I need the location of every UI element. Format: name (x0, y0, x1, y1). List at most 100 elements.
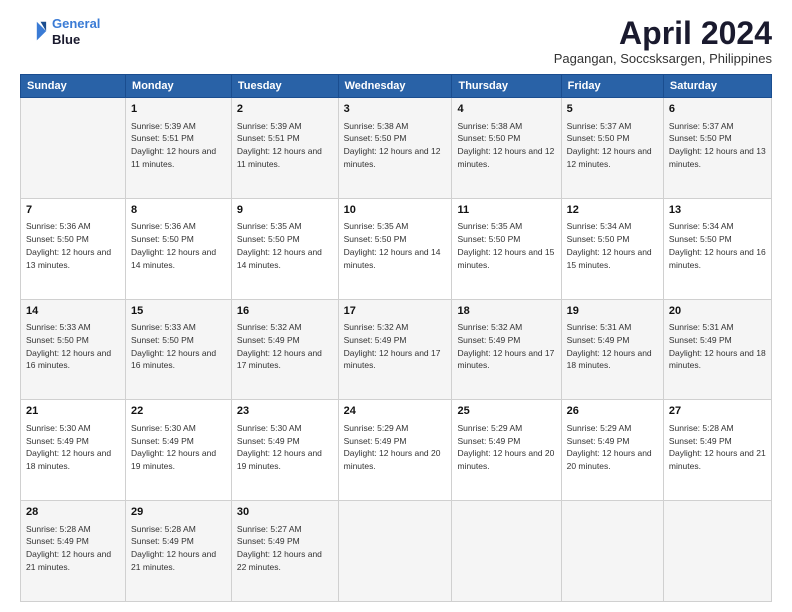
day-info: Sunrise: 5:32 AMSunset: 5:49 PMDaylight:… (237, 321, 333, 372)
calendar-cell: 11 Sunrise: 5:35 AMSunset: 5:50 PMDaylig… (452, 198, 561, 299)
calendar-cell: 6 Sunrise: 5:37 AMSunset: 5:50 PMDayligh… (663, 98, 771, 199)
calendar-cell: 9 Sunrise: 5:35 AMSunset: 5:50 PMDayligh… (231, 198, 338, 299)
day-info: Sunrise: 5:38 AMSunset: 5:50 PMDaylight:… (344, 120, 447, 171)
day-info: Sunrise: 5:31 AMSunset: 5:49 PMDaylight:… (567, 321, 658, 372)
day-info: Sunrise: 5:36 AMSunset: 5:50 PMDaylight:… (131, 220, 226, 271)
header-friday: Friday (561, 75, 663, 98)
title-block: April 2024 Pagangan, Soccsksargen, Phili… (554, 16, 772, 66)
header-thursday: Thursday (452, 75, 561, 98)
calendar-cell: 2 Sunrise: 5:39 AMSunset: 5:51 PMDayligh… (231, 98, 338, 199)
day-info: Sunrise: 5:30 AMSunset: 5:49 PMDaylight:… (26, 422, 120, 473)
day-info: Sunrise: 5:29 AMSunset: 5:49 PMDaylight:… (567, 422, 658, 473)
calendar-cell (21, 98, 126, 199)
calendar-cell: 21 Sunrise: 5:30 AMSunset: 5:49 PMDaylig… (21, 400, 126, 501)
calendar-cell: 26 Sunrise: 5:29 AMSunset: 5:49 PMDaylig… (561, 400, 663, 501)
day-number: 3 (344, 102, 447, 117)
calendar-week-row: 7 Sunrise: 5:36 AMSunset: 5:50 PMDayligh… (21, 198, 772, 299)
day-number: 5 (567, 102, 658, 117)
location: Pagangan, Soccsksargen, Philippines (554, 51, 772, 66)
day-number: 2 (237, 102, 333, 117)
weekday-header-row: Sunday Monday Tuesday Wednesday Thursday… (21, 75, 772, 98)
calendar-cell: 5 Sunrise: 5:37 AMSunset: 5:50 PMDayligh… (561, 98, 663, 199)
calendar-cell: 19 Sunrise: 5:31 AMSunset: 5:49 PMDaylig… (561, 299, 663, 400)
day-number: 22 (131, 404, 226, 419)
day-number: 30 (237, 505, 333, 520)
header-saturday: Saturday (663, 75, 771, 98)
day-info: Sunrise: 5:39 AMSunset: 5:51 PMDaylight:… (131, 120, 226, 171)
day-info: Sunrise: 5:33 AMSunset: 5:50 PMDaylight:… (131, 321, 226, 372)
header-wednesday: Wednesday (338, 75, 452, 98)
calendar-cell: 16 Sunrise: 5:32 AMSunset: 5:49 PMDaylig… (231, 299, 338, 400)
day-number: 17 (344, 304, 447, 319)
calendar-cell: 22 Sunrise: 5:30 AMSunset: 5:49 PMDaylig… (126, 400, 232, 501)
calendar-cell (663, 501, 771, 602)
day-number: 9 (237, 203, 333, 218)
day-info: Sunrise: 5:37 AMSunset: 5:50 PMDaylight:… (567, 120, 658, 171)
calendar-cell: 1 Sunrise: 5:39 AMSunset: 5:51 PMDayligh… (126, 98, 232, 199)
calendar-cell: 13 Sunrise: 5:34 AMSunset: 5:50 PMDaylig… (663, 198, 771, 299)
calendar-cell: 24 Sunrise: 5:29 AMSunset: 5:49 PMDaylig… (338, 400, 452, 501)
day-info: Sunrise: 5:35 AMSunset: 5:50 PMDaylight:… (344, 220, 447, 271)
day-number: 19 (567, 304, 658, 319)
day-number: 8 (131, 203, 226, 218)
calendar-cell: 10 Sunrise: 5:35 AMSunset: 5:50 PMDaylig… (338, 198, 452, 299)
calendar-cell: 20 Sunrise: 5:31 AMSunset: 5:49 PMDaylig… (663, 299, 771, 400)
header-sunday: Sunday (21, 75, 126, 98)
calendar-cell: 30 Sunrise: 5:27 AMSunset: 5:49 PMDaylig… (231, 501, 338, 602)
calendar-cell: 15 Sunrise: 5:33 AMSunset: 5:50 PMDaylig… (126, 299, 232, 400)
day-info: Sunrise: 5:32 AMSunset: 5:49 PMDaylight:… (457, 321, 555, 372)
day-info: Sunrise: 5:32 AMSunset: 5:49 PMDaylight:… (344, 321, 447, 372)
day-info: Sunrise: 5:28 AMSunset: 5:49 PMDaylight:… (131, 523, 226, 574)
calendar-cell (338, 501, 452, 602)
calendar-week-row: 28 Sunrise: 5:28 AMSunset: 5:49 PMDaylig… (21, 501, 772, 602)
logo-icon (20, 18, 48, 46)
calendar-page: General Blue April 2024 Pagangan, Soccsk… (0, 0, 792, 612)
day-info: Sunrise: 5:34 AMSunset: 5:50 PMDaylight:… (567, 220, 658, 271)
day-number: 6 (669, 102, 766, 117)
day-number: 28 (26, 505, 120, 520)
month-title: April 2024 (554, 16, 772, 51)
day-number: 18 (457, 304, 555, 319)
day-info: Sunrise: 5:33 AMSunset: 5:50 PMDaylight:… (26, 321, 120, 372)
day-number: 29 (131, 505, 226, 520)
calendar-cell: 23 Sunrise: 5:30 AMSunset: 5:49 PMDaylig… (231, 400, 338, 501)
day-number: 4 (457, 102, 555, 117)
day-number: 23 (237, 404, 333, 419)
header: General Blue April 2024 Pagangan, Soccsk… (20, 16, 772, 66)
calendar-cell (561, 501, 663, 602)
day-info: Sunrise: 5:28 AMSunset: 5:49 PMDaylight:… (669, 422, 766, 473)
day-info: Sunrise: 5:35 AMSunset: 5:50 PMDaylight:… (457, 220, 555, 271)
calendar-cell: 17 Sunrise: 5:32 AMSunset: 5:49 PMDaylig… (338, 299, 452, 400)
header-monday: Monday (126, 75, 232, 98)
calendar-cell: 27 Sunrise: 5:28 AMSunset: 5:49 PMDaylig… (663, 400, 771, 501)
day-info: Sunrise: 5:34 AMSunset: 5:50 PMDaylight:… (669, 220, 766, 271)
day-info: Sunrise: 5:30 AMSunset: 5:49 PMDaylight:… (237, 422, 333, 473)
day-number: 25 (457, 404, 555, 419)
day-number: 24 (344, 404, 447, 419)
day-number: 1 (131, 102, 226, 117)
calendar-cell: 8 Sunrise: 5:36 AMSunset: 5:50 PMDayligh… (126, 198, 232, 299)
day-number: 13 (669, 203, 766, 218)
calendar-cell (452, 501, 561, 602)
day-number: 21 (26, 404, 120, 419)
day-info: Sunrise: 5:28 AMSunset: 5:49 PMDaylight:… (26, 523, 120, 574)
calendar-cell: 4 Sunrise: 5:38 AMSunset: 5:50 PMDayligh… (452, 98, 561, 199)
calendar-cell: 25 Sunrise: 5:29 AMSunset: 5:49 PMDaylig… (452, 400, 561, 501)
calendar-cell: 3 Sunrise: 5:38 AMSunset: 5:50 PMDayligh… (338, 98, 452, 199)
calendar-cell: 28 Sunrise: 5:28 AMSunset: 5:49 PMDaylig… (21, 501, 126, 602)
day-number: 10 (344, 203, 447, 218)
day-info: Sunrise: 5:39 AMSunset: 5:51 PMDaylight:… (237, 120, 333, 171)
day-number: 26 (567, 404, 658, 419)
calendar-week-row: 21 Sunrise: 5:30 AMSunset: 5:49 PMDaylig… (21, 400, 772, 501)
calendar-cell: 14 Sunrise: 5:33 AMSunset: 5:50 PMDaylig… (21, 299, 126, 400)
day-number: 16 (237, 304, 333, 319)
calendar-cell: 7 Sunrise: 5:36 AMSunset: 5:50 PMDayligh… (21, 198, 126, 299)
day-number: 12 (567, 203, 658, 218)
day-info: Sunrise: 5:38 AMSunset: 5:50 PMDaylight:… (457, 120, 555, 171)
day-number: 15 (131, 304, 226, 319)
day-number: 7 (26, 203, 120, 218)
logo: General Blue (20, 16, 100, 47)
day-info: Sunrise: 5:27 AMSunset: 5:49 PMDaylight:… (237, 523, 333, 574)
calendar-week-row: 14 Sunrise: 5:33 AMSunset: 5:50 PMDaylig… (21, 299, 772, 400)
calendar-cell: 12 Sunrise: 5:34 AMSunset: 5:50 PMDaylig… (561, 198, 663, 299)
